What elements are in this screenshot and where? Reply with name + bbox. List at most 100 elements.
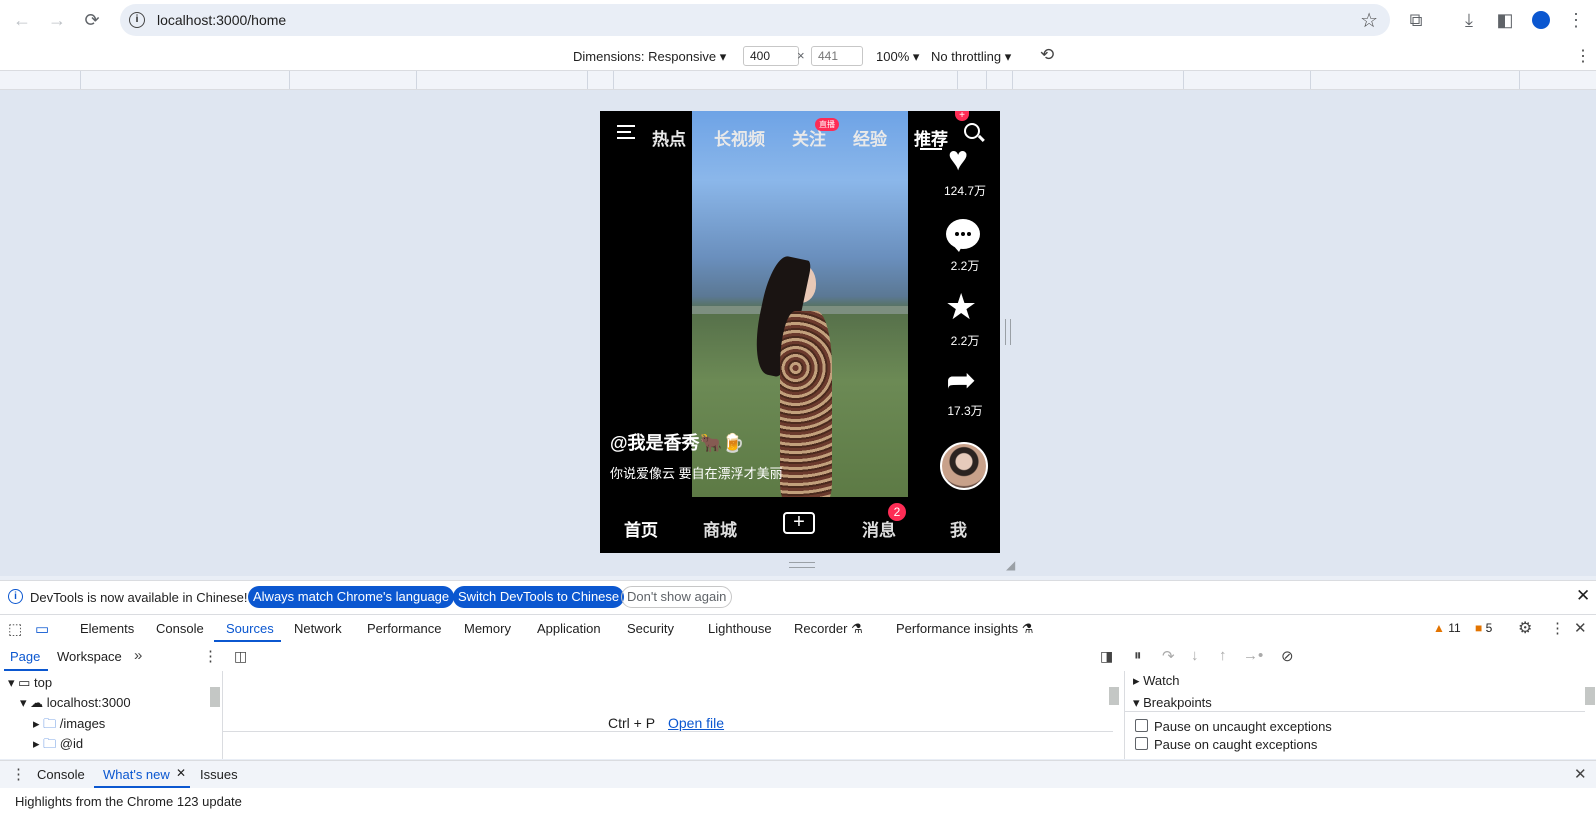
tab-network[interactable]: Network <box>294 621 342 636</box>
resize-handle-bottom[interactable] <box>789 562 815 568</box>
devtools-menu-icon[interactable]: ⋮ <box>1550 619 1565 637</box>
device-toggle-icon[interactable]: ▭ <box>35 620 49 638</box>
open-file-link[interactable]: Open file <box>668 715 724 731</box>
address-bar[interactable]: i localhost:3000/home ☆ <box>120 4 1390 36</box>
watch-section[interactable]: ▸ Watch <box>1133 673 1180 689</box>
resize-handle-corner[interactable]: ◢ <box>1006 558 1015 572</box>
tab-performance[interactable]: Performance <box>367 621 441 636</box>
close-whats-new-icon[interactable]: ✕ <box>176 766 186 780</box>
toggle-navigator-icon[interactable]: ◫ <box>234 648 247 665</box>
forward-icon[interactable]: → <box>45 8 69 32</box>
subtab-page[interactable]: Page <box>10 649 40 664</box>
settings-gear-icon[interactable]: ⚙ <box>1518 618 1532 638</box>
device-toolbar: Dimensions: Responsive ▾ 400 × 441 100% … <box>0 40 1596 71</box>
menu-icon[interactable] <box>617 125 635 139</box>
tab-messages[interactable]: 消息 <box>862 516 896 541</box>
author-name[interactable]: @我是香秀🐂🍺 <box>610 429 744 455</box>
nav-experience[interactable]: 经验 <box>853 125 887 150</box>
tree-item-id[interactable]: ▸ 🗀 @id <box>33 735 83 757</box>
close-infobar-icon[interactable]: ✕ <box>1576 586 1590 606</box>
url-text[interactable]: localhost:3000/home <box>157 12 286 28</box>
more-tabs-chevron-icon[interactable]: » <box>134 647 142 664</box>
devtools-tabbar: ⬚ ▭ Elements Console Sources Network Per… <box>0 614 1596 644</box>
music-disc-avatar[interactable] <box>940 442 988 490</box>
chrome-menu-icon[interactable]: ⋮ <box>1564 8 1588 32</box>
drawer-tab-issues[interactable]: Issues <box>200 767 238 782</box>
share-icon[interactable]: ➦ <box>946 360 976 400</box>
width-input[interactable]: 400 <box>743 46 799 66</box>
step-over-icon[interactable]: ↷ <box>1162 647 1175 665</box>
navigator-scrollbar[interactable] <box>210 687 220 707</box>
reload-icon[interactable]: ⟳ <box>80 8 104 32</box>
side-panel-icon[interactable]: ◧ <box>1493 8 1517 32</box>
create-plus-button[interactable]: + <box>783 512 815 534</box>
tab-recorder[interactable]: Recorder ⚗ <box>794 621 863 637</box>
deactivate-breakpoints-icon[interactable]: ⊘ <box>1281 647 1294 665</box>
warnings-counter[interactable]: ▲ 11 <box>1433 621 1461 635</box>
device-menu-icon[interactable]: ⋮ <box>1575 46 1591 66</box>
issues-counter[interactable]: ■ 5 <box>1475 621 1492 635</box>
tab-security[interactable]: Security <box>627 621 674 636</box>
close-drawer-icon[interactable]: ✕ <box>1574 765 1587 783</box>
switch-to-chinese-button[interactable]: Switch DevTools to Chinese <box>453 586 625 608</box>
pause-uncaught-checkbox[interactable]: Pause on uncaught exceptions <box>1135 719 1332 734</box>
nav-hot[interactable]: 热点 <box>652 125 686 150</box>
favorite-star-icon[interactable]: ★ <box>945 287 977 327</box>
person-dress <box>780 311 832 497</box>
tab-application[interactable]: Application <box>537 621 601 636</box>
zoom-select[interactable]: 100% ▾ <box>876 49 919 65</box>
drawer-menu-icon[interactable]: ⋮ <box>11 765 26 783</box>
tab-mall[interactable]: 商城 <box>703 516 737 541</box>
nav-long-video[interactable]: 长视频 <box>714 125 765 150</box>
follow-plus-icon[interactable]: + <box>955 111 969 121</box>
step-icon[interactable]: →• <box>1243 647 1263 664</box>
toggle-debugger-icon[interactable]: ◨ <box>1100 648 1113 665</box>
shortcut-hint: Ctrl + P <box>608 715 656 731</box>
file-navigator: ▾ ▭ top ▾ ☁ localhost:3000 ▸ 🗀 /images ▸… <box>0 671 223 759</box>
sidebar-scrollbar[interactable] <box>1585 687 1595 705</box>
breakpoints-section[interactable]: ▾ Breakpoints <box>1133 695 1212 711</box>
tree-item-host[interactable]: ▾ ☁ localhost:3000 <box>20 695 131 711</box>
always-match-language-button[interactable]: Always match Chrome's language <box>248 586 455 608</box>
step-out-icon[interactable]: ↑ <box>1219 647 1227 664</box>
dimensions-select[interactable]: Dimensions: Responsive ▾ <box>573 49 726 65</box>
nav-recommend[interactable]: 推荐 <box>914 125 948 150</box>
folder-icon: 🗀 <box>43 736 57 751</box>
search-icon-handle <box>978 134 985 142</box>
tab-sources[interactable]: Sources <box>226 621 274 636</box>
heart-icon[interactable]: ♥ <box>948 139 968 179</box>
close-devtools-icon[interactable]: ✕ <box>1574 619 1587 637</box>
pause-caught-checkbox[interactable]: Pause on caught exceptions <box>1135 737 1317 752</box>
tab-memory[interactable]: Memory <box>464 621 511 636</box>
browser-toolbar: ← → ⟳ i localhost:3000/home ☆ ⧉ ⤓ ◧ ⋮ <box>0 0 1596 40</box>
tab-elements[interactable]: Elements <box>80 621 134 636</box>
drawer-tab-whats-new[interactable]: What's new <box>103 767 170 782</box>
profile-avatar-icon[interactable] <box>1529 8 1553 32</box>
editor-scrollbar[interactable] <box>1109 687 1119 705</box>
extensions-icon[interactable]: ⧉ <box>1404 8 1428 32</box>
tree-item-top[interactable]: ▾ ▭ top <box>8 675 52 691</box>
tab-lighthouse[interactable]: Lighthouse <box>708 621 772 636</box>
resize-handle-right[interactable] <box>1005 319 1011 345</box>
navigator-menu-icon[interactable]: ⋮ <box>203 647 218 665</box>
tab-performance-insights[interactable]: Performance insights ⚗ <box>896 621 1033 637</box>
throttling-select[interactable]: No throttling ▾ <box>931 49 1011 65</box>
inspect-element-icon[interactable]: ⬚ <box>8 620 22 638</box>
media-query-ruler[interactable] <box>0 71 1596 90</box>
tree-item-images[interactable]: ▸ 🗀 /images <box>33 715 105 737</box>
step-into-icon[interactable]: ↓ <box>1191 647 1199 664</box>
info-message: DevTools is now available in Chinese! <box>30 590 248 605</box>
back-icon[interactable]: ← <box>10 8 34 32</box>
download-icon[interactable]: ⤓ <box>1457 8 1481 32</box>
tab-console[interactable]: Console <box>156 621 204 636</box>
site-info-icon[interactable]: i <box>129 12 145 28</box>
tab-me[interactable]: 我 <box>950 516 967 541</box>
tab-home[interactable]: 首页 <box>624 516 658 541</box>
pause-icon[interactable]: ⏸ <box>1134 647 1142 664</box>
rotate-icon[interactable]: ⟲ <box>1040 45 1054 65</box>
dont-show-again-button[interactable]: Don't show again <box>621 586 733 608</box>
bookmark-star-icon[interactable]: ☆ <box>1360 8 1378 33</box>
subtab-workspace[interactable]: Workspace <box>57 649 122 664</box>
drawer-tab-console[interactable]: Console <box>37 767 85 782</box>
height-input[interactable]: 441 <box>811 46 863 66</box>
